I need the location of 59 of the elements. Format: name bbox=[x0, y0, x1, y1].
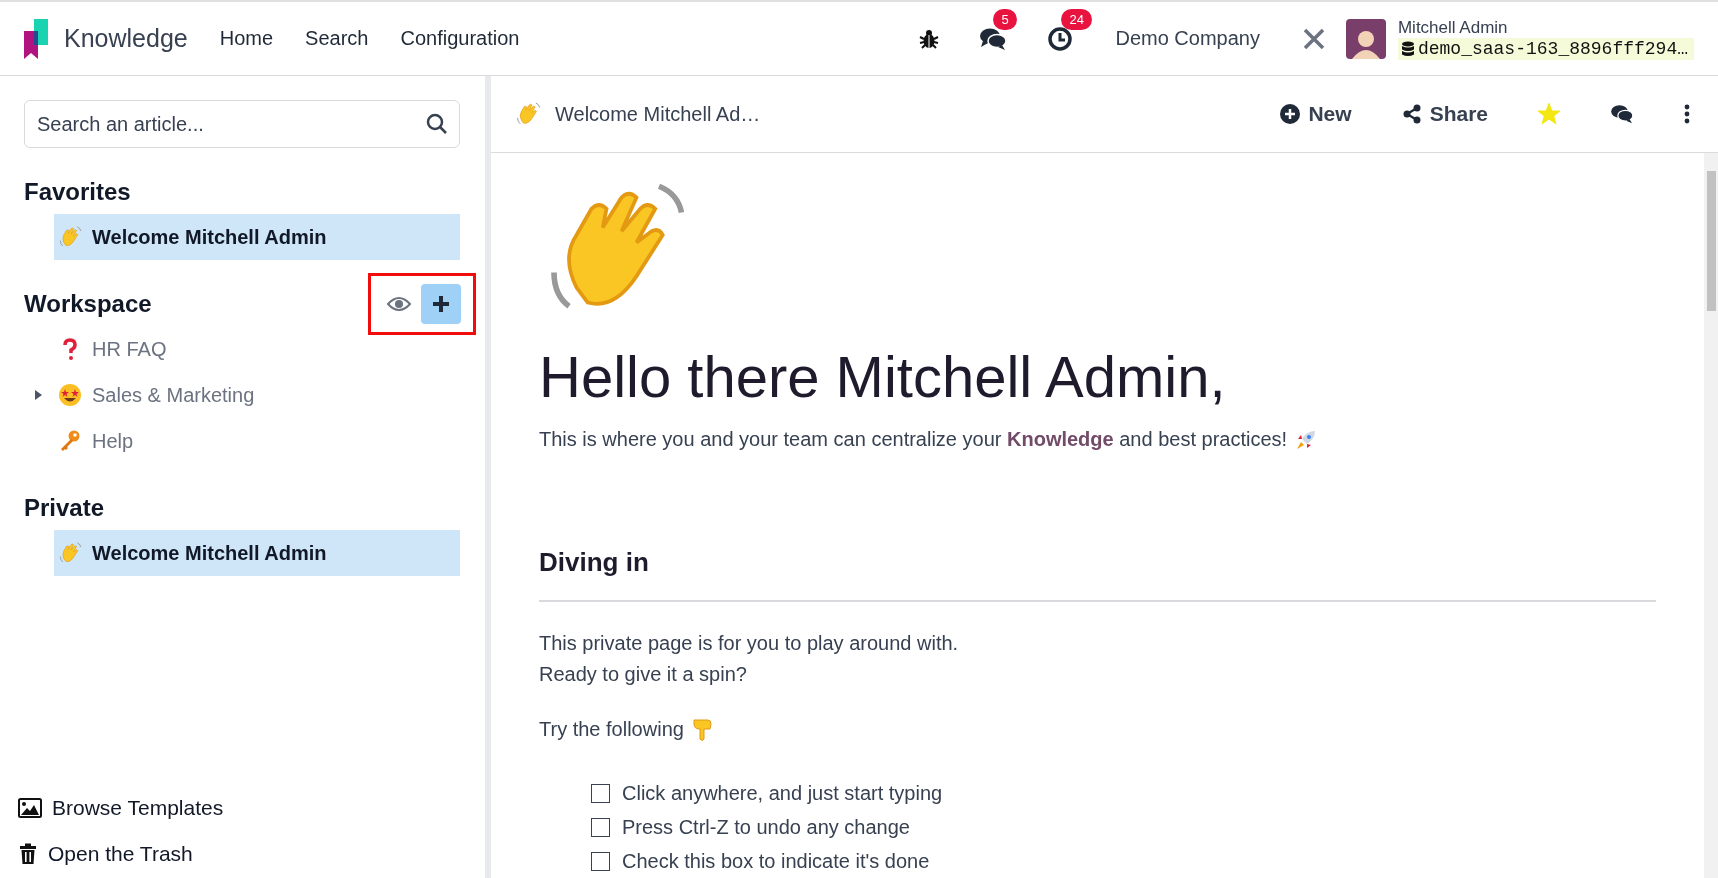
more-icon bbox=[1684, 104, 1690, 124]
menu-link[interactable]: Search bbox=[305, 27, 369, 50]
article-item[interactable]: HR FAQ bbox=[54, 326, 460, 372]
share-icon bbox=[1401, 104, 1422, 124]
notification-count: 5 bbox=[993, 8, 1017, 30]
star-eyed-face-icon bbox=[58, 383, 82, 407]
search-field[interactable]: Search an article... bbox=[24, 100, 460, 148]
body-text: Try the following bbox=[539, 717, 684, 741]
new-button[interactable]: New bbox=[1276, 98, 1356, 130]
checkbox[interactable] bbox=[591, 851, 610, 871]
search-icon[interactable] bbox=[426, 113, 448, 135]
intro-text: This is where you and your team can centralize your Knowledge and best practices! bbox=[539, 427, 1288, 452]
checkbox[interactable] bbox=[591, 817, 610, 837]
article-item[interactable]: Help bbox=[54, 418, 460, 464]
article-item[interactable]: Welcome Mitchell Admin bbox=[54, 530, 460, 576]
bug-icon[interactable] bbox=[919, 28, 940, 49]
article-item[interactable]: Sales & Marketing bbox=[54, 372, 460, 418]
footer-link[interactable]: Browse Templates bbox=[18, 796, 460, 820]
body-text: Ready to give it a spin? bbox=[539, 662, 748, 687]
chat-icon bbox=[1610, 104, 1634, 124]
rocket-icon bbox=[1295, 428, 1318, 451]
waving-hand-icon bbox=[58, 225, 82, 249]
section-title: Workspace bbox=[24, 290, 152, 318]
user-avatar[interactable] bbox=[1345, 18, 1386, 59]
notification-count: 24 bbox=[1061, 8, 1092, 30]
waving-hand-icon bbox=[58, 541, 82, 565]
app-name: Knowledge bbox=[64, 24, 188, 53]
section-title: Private bbox=[24, 494, 105, 522]
app-logo-icon[interactable] bbox=[24, 18, 50, 59]
checklist-text: Click anywhere, and just start typing bbox=[622, 781, 943, 805]
plus-circle-icon bbox=[1280, 104, 1301, 124]
eye-icon[interactable] bbox=[387, 296, 411, 312]
scrollbar-thumb[interactable] bbox=[1706, 171, 1716, 311]
checkbox[interactable] bbox=[591, 783, 610, 803]
breadcrumb: Welcome Mitchell Ad… bbox=[555, 102, 761, 126]
caret-icon[interactable] bbox=[32, 389, 44, 401]
checklist-text: Check this box to indicate it's done bbox=[622, 849, 930, 873]
plus-icon bbox=[432, 295, 450, 313]
chat-icon[interactable] bbox=[979, 26, 1008, 51]
article-title: Hello there Mitchell Admin, bbox=[539, 343, 1227, 410]
article-item[interactable]: Welcome Mitchell Admin bbox=[54, 214, 460, 260]
menu-link[interactable]: Home bbox=[219, 27, 274, 50]
share-button[interactable]: Share bbox=[1397, 98, 1492, 130]
checklist-text: Press Ctrl-Z to undo any change bbox=[622, 815, 910, 839]
body-text: This private page is for you to play around with. bbox=[539, 631, 960, 656]
add-button[interactable] bbox=[421, 284, 461, 324]
user-name[interactable]: Mitchell Admin bbox=[1397, 17, 1694, 38]
database-name: demo_saas-163_8896fff294… bbox=[1397, 37, 1694, 60]
section-heading: Diving in bbox=[539, 547, 1656, 602]
database-icon bbox=[1401, 40, 1414, 57]
menu-link[interactable]: Configuration bbox=[400, 27, 520, 50]
image-icon bbox=[18, 798, 42, 818]
clock-icon[interactable] bbox=[1047, 25, 1074, 52]
waving-hand-icon bbox=[515, 101, 541, 127]
footer-link[interactable]: Open the Trash bbox=[18, 842, 460, 866]
scrollbar[interactable] bbox=[1704, 153, 1718, 878]
trash-icon bbox=[18, 843, 38, 865]
section-title: Favorites bbox=[24, 178, 131, 206]
company-name[interactable]: Demo Company bbox=[1115, 27, 1260, 50]
